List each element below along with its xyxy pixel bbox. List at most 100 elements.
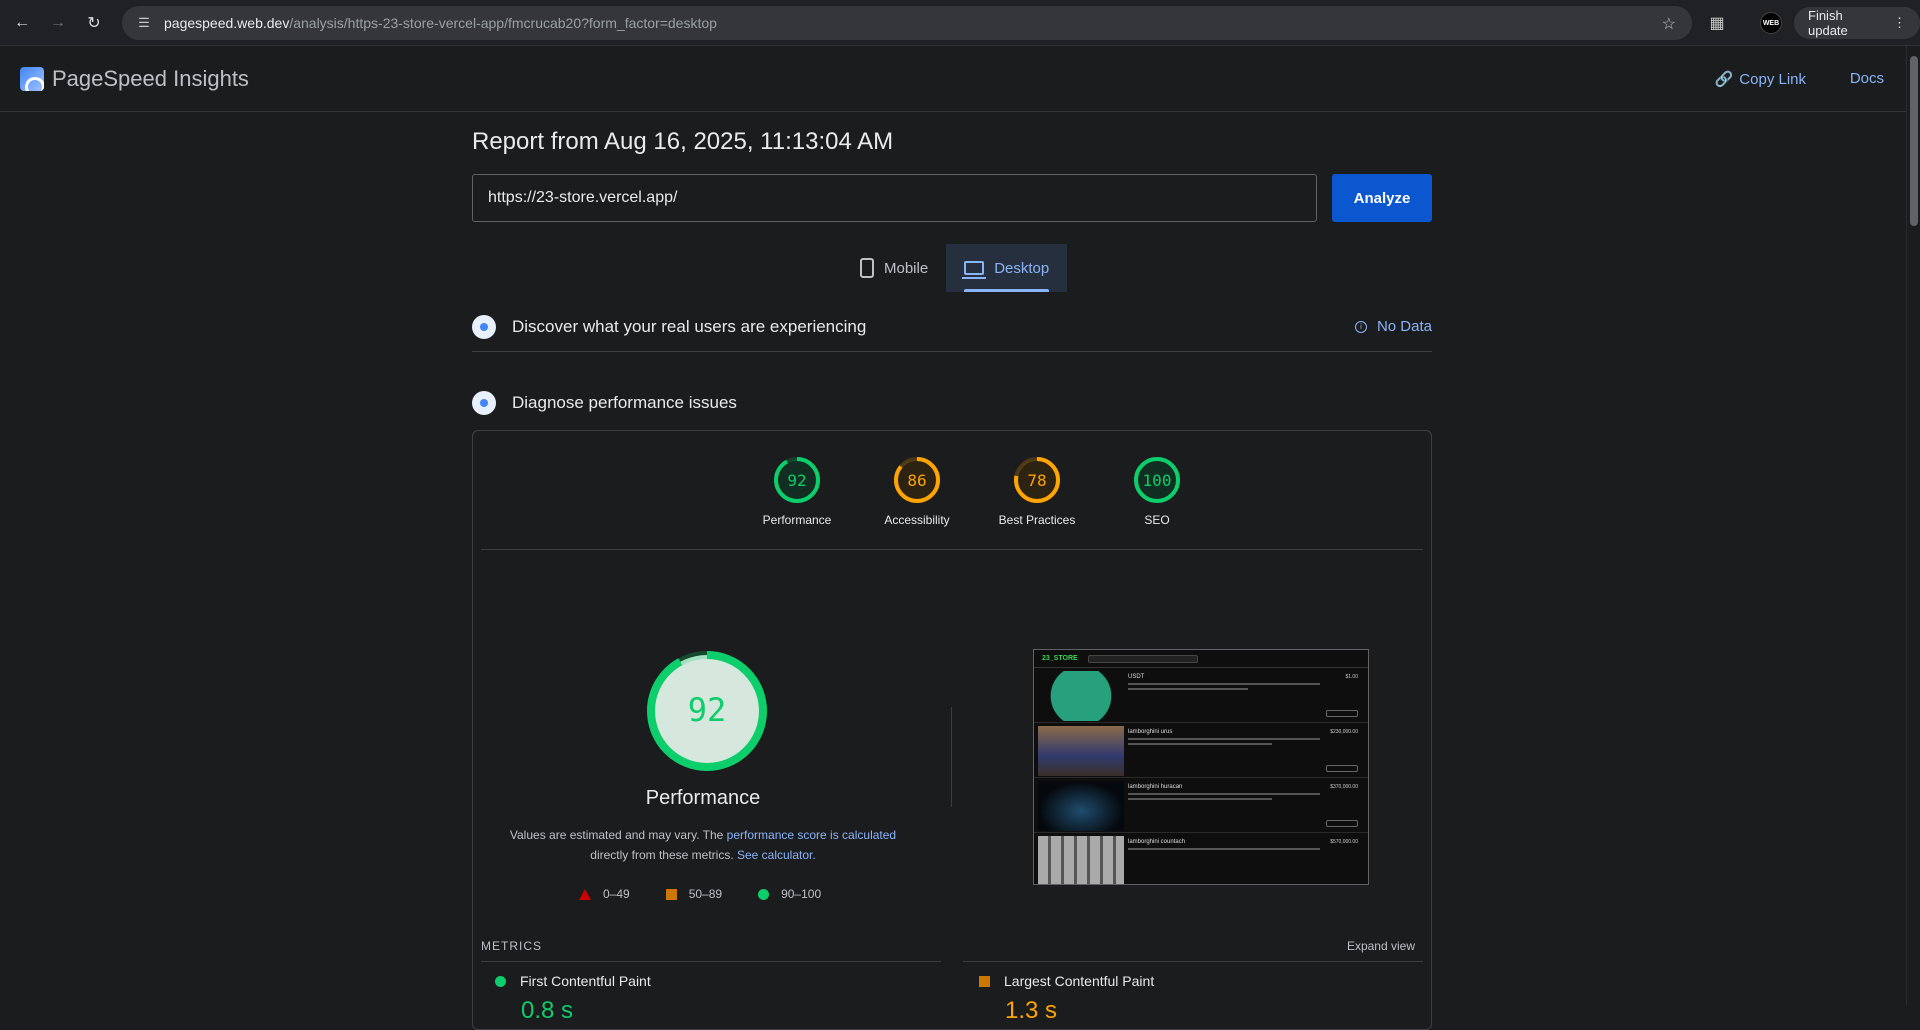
big-gauge-score: 92	[688, 691, 727, 729]
smartphone-icon	[860, 258, 874, 278]
no-data-badge: i No Data	[1354, 318, 1432, 335]
ss-item-price: $230,000.00	[1330, 729, 1358, 735]
ss-header: 23_STORE	[1034, 650, 1368, 668]
metrics-divider-right	[963, 961, 1423, 962]
score-legend: 0–49 50–89 90–100	[579, 887, 821, 901]
forward-icon[interactable]: →	[44, 9, 72, 37]
ss-item-price: $370,000.00	[1330, 784, 1358, 790]
ss-item-price: $1.00	[1345, 674, 1358, 680]
gauge-label: SEO	[1144, 513, 1170, 527]
lcp-label: Largest Contentful Paint	[1004, 973, 1155, 989]
app-header: PageSpeed Insights 🔗 Copy Link Docs	[0, 46, 1906, 112]
expand-view-toggle[interactable]: Expand view	[1347, 939, 1415, 953]
app-title: PageSpeed Insights	[52, 66, 249, 91]
back-icon[interactable]: ←	[8, 9, 36, 37]
ss-logo: 23_STORE	[1042, 655, 1078, 662]
fail-triangle-icon	[579, 888, 591, 900]
page-scrollbar[interactable]	[1906, 46, 1920, 1005]
see-calculator-link[interactable]: See calculator.	[737, 848, 816, 862]
lcp-value: 1.3 s	[1005, 997, 1058, 1024]
url-input[interactable]	[472, 174, 1317, 222]
average-square-icon	[665, 888, 677, 900]
score-calculated-link[interactable]: performance score is calculated	[727, 828, 896, 842]
performance-description: Values are estimated and may vary. The p…	[503, 825, 903, 865]
menu-dots-icon: ⋮	[1893, 15, 1906, 30]
analyze-button[interactable]: Analyze	[1332, 174, 1432, 222]
urus-thumb	[1038, 726, 1124, 776]
tab-mobile[interactable]: Mobile	[842, 244, 946, 292]
diagnose-title: Diagnose performance issues	[512, 393, 737, 412]
ss-item: lamborghini urus $230,000.00	[1034, 723, 1368, 778]
ss-add-to-cart	[1326, 765, 1358, 772]
copy-link-label: Copy Link	[1739, 70, 1806, 88]
gauge-ring: 86	[894, 457, 940, 503]
copy-link-button[interactable]: 🔗 Copy Link	[1714, 70, 1806, 89]
performance-big-gauge: 92	[647, 651, 767, 771]
metric-fcp: First Contentful Paint	[495, 973, 651, 989]
bookmark-star-icon[interactable]: ☆	[1662, 14, 1676, 34]
legend-average-label: 50–89	[688, 887, 723, 901]
pass-circle-icon	[495, 975, 506, 987]
huracan-thumb	[1038, 781, 1124, 831]
link-icon: 🔗	[1714, 71, 1734, 88]
ss-item: lamborghini countach $570,000.00	[1034, 833, 1368, 884]
fcp-value: 0.8 s	[521, 997, 574, 1024]
extensions-icon[interactable]: ▦	[1706, 12, 1728, 34]
lighthouse-report-card: 92 Performance 86 Accessibility 78 Best Pract…	[472, 430, 1432, 1030]
finish-update-button[interactable]: Finish update ⋮	[1794, 7, 1920, 39]
finish-update-label: Finish update	[1808, 8, 1848, 38]
desc-part-1: Values are estimated and may vary. The	[509, 828, 727, 842]
gauge-label: Accessibility	[884, 513, 950, 527]
final-screenshot[interactable]: 23_STORE USDT $1.00 lamborghini urus $23…	[1033, 649, 1369, 885]
metrics-divider-left	[481, 961, 941, 962]
tab-mobile-label: Mobile	[884, 259, 929, 277]
vertical-divider	[951, 707, 952, 807]
url-host: pagespeed.web.dev	[164, 15, 290, 31]
ss-item-name: USDT	[1128, 674, 1145, 680]
ss-item-name: lamborghini urus	[1128, 729, 1173, 735]
performance-title: Performance	[645, 787, 761, 809]
gauge-score: 100	[1143, 471, 1172, 490]
reload-icon[interactable]: ↻	[80, 9, 108, 37]
ss-search	[1087, 654, 1198, 663]
gauge-ring: 78	[1014, 457, 1060, 503]
legend-pass-label: 90–100	[781, 887, 822, 901]
gauge-best-practices[interactable]: 78 Best Practices	[977, 455, 1097, 527]
gauge-label: Performance	[762, 513, 832, 527]
ss-add-to-cart	[1326, 710, 1358, 717]
diagnose-section: Diagnose performance issues	[472, 378, 1432, 428]
gauge-label: Best Practices	[998, 513, 1076, 527]
legend-average: 50–89	[665, 887, 723, 901]
gauge-score: 92	[787, 471, 806, 490]
ss-add-to-cart	[1326, 820, 1358, 827]
report-title: Report from Aug 16, 2025, 11:13:04 AM	[472, 128, 894, 155]
average-square-icon	[979, 975, 990, 987]
lighthouse-icon	[472, 391, 496, 415]
countach-thumb	[1038, 836, 1124, 884]
gauge-ring: 100	[1134, 457, 1180, 503]
ss-item-name: lamborghini huracan	[1128, 784, 1183, 790]
tab-desktop[interactable]: Desktop	[946, 244, 1068, 292]
gauge-seo[interactable]: 100 SEO	[1097, 455, 1217, 527]
real-users-section[interactable]: Discover what your real users are experi…	[472, 302, 1432, 352]
url-path: /analysis/https-23-store-vercel-app/fmcr…	[289, 15, 717, 31]
legend-pass: 90–100	[758, 887, 821, 901]
metric-lcp: Largest Contentful Paint	[979, 973, 1154, 989]
browser-toolbar: ← → ↻ ☰ pagespeed.web.dev/analysis/https…	[0, 0, 1920, 46]
gauge-ring: 92	[774, 457, 820, 503]
ss-item: USDT $1.00	[1034, 668, 1368, 723]
tab-desktop-label: Desktop	[994, 259, 1050, 277]
legend-fail-label: 0–49	[603, 887, 630, 901]
info-icon: i	[1354, 320, 1367, 333]
address-bar[interactable]: ☰ pagespeed.web.dev/analysis/https-23-st…	[122, 6, 1692, 40]
ss-item-name: lamborghini countach	[1128, 839, 1186, 845]
docs-link[interactable]: Docs	[1850, 70, 1884, 87]
ss-item: lamborghini huracan $370,000.00	[1034, 778, 1368, 833]
gauge-performance[interactable]: 92 Performance	[737, 455, 857, 527]
profile-avatar[interactable]: WEB	[1760, 12, 1782, 34]
site-info-icon[interactable]: ☰	[136, 15, 152, 31]
metrics-heading: METRICS	[481, 939, 542, 953]
gauge-accessibility[interactable]: 86 Accessibility	[857, 455, 977, 527]
scrollbar-thumb[interactable]	[1910, 56, 1918, 226]
gauges-divider	[481, 549, 1423, 550]
